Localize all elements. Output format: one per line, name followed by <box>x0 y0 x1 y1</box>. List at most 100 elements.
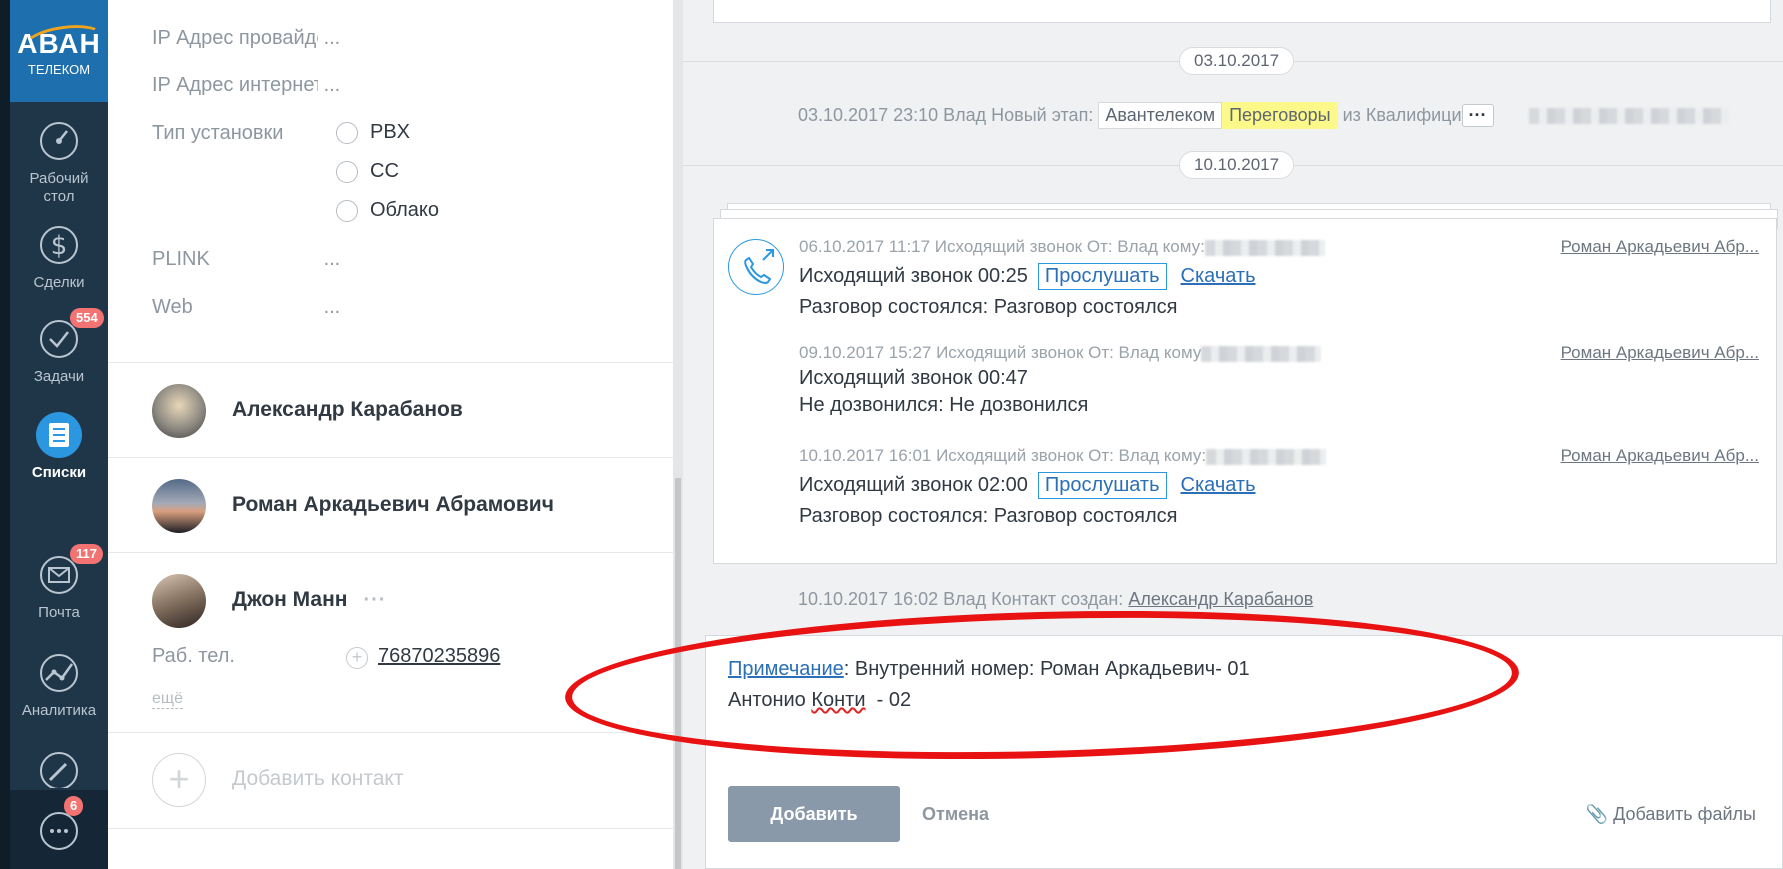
attach-label: Добавить файлы <box>1613 804 1756 824</box>
add-contact-label: Добавить контакт <box>232 767 404 790</box>
analytics-icon <box>36 650 82 696</box>
contact-name[interactable]: Александр Карабанов <box>232 398 463 422</box>
settings-wrench-icon <box>36 748 82 788</box>
note-line1: : Внутренний номер: Роман Аркадьевич- 01 <box>843 658 1250 680</box>
radio-cloud[interactable]: Облако <box>336 199 439 222</box>
call-result: Разговор состоялся: Разговор состоялся <box>799 505 1178 527</box>
field-label: IP Адрес провайдера <box>152 27 318 49</box>
call-duration: Исходящий звонок 02:00 <box>799 474 1028 496</box>
contact-name[interactable]: Роман Аркадьевич Абрамович <box>232 493 554 517</box>
stage-event: 03.10.2017 23:10 Влад Новый этап: Аванте… <box>798 102 1729 129</box>
field-value[interactable]: ... <box>324 296 341 318</box>
radio-label: PBX <box>370 121 411 143</box>
field-ip-provider: IP Адрес провайдера ... <box>152 27 340 50</box>
field-label: IP Адрес интернет <box>152 74 318 96</box>
stage-tag-company: Авантелеком <box>1098 102 1223 129</box>
nav-item-settings[interactable] <box>10 748 108 788</box>
field-value[interactable]: ... <box>324 74 341 96</box>
nav-item-analytics[interactable]: Аналитика <box>10 650 108 719</box>
radio-circle[interactable] <box>336 121 358 144</box>
call-meta-text: 06.10.2017 11:17 Исходящий звонок От: Вл… <box>799 237 1205 256</box>
avatar <box>152 479 206 533</box>
nav-label: Рабочий стол <box>29 170 89 205</box>
phone-label: Раб. тел. <box>152 645 235 667</box>
add-button[interactable]: Добавить <box>728 786 900 842</box>
contact-more-button[interactable]: ··· <box>363 589 386 611</box>
phone-number[interactable]: 76870235896 <box>378 645 500 668</box>
stage-tag-negotiation: Переговоры <box>1222 102 1338 129</box>
nav-label: Почта <box>38 604 80 621</box>
contact-name: Джон Манн ··· <box>232 588 386 612</box>
scrollbar-thumb[interactable] <box>675 478 681 869</box>
call-author-link[interactable]: Роман Аркадьевич Абр... <box>1561 343 1759 363</box>
list-icon <box>36 412 82 458</box>
call-author-link[interactable]: Роман Аркадьевич Абр... <box>1561 237 1759 257</box>
blurred-text <box>1201 345 1322 362</box>
nav-item-mail[interactable]: 117 Почта <box>10 544 108 621</box>
call-result: Разговор состоялся: Разговор состоялся <box>799 296 1178 318</box>
created-prefix: 10.10.2017 16:02 Влад Контакт создан: <box>798 589 1124 609</box>
dollar-icon: $ <box>36 222 82 268</box>
note-line2-a: Антонио <box>728 689 812 711</box>
contact-panel: IP Адрес провайдера ... IP Адрес интерне… <box>108 0 673 869</box>
call-entry: 10.10.2017 16:01 Исходящий звонок От: Вл… <box>799 446 1759 528</box>
listen-button[interactable]: Прослушать <box>1037 472 1167 499</box>
radio-circle[interactable] <box>336 199 358 222</box>
note-text[interactable]: Примечание: Внутренний номер: Роман Арка… <box>728 654 1250 716</box>
nav-item-desktop[interactable]: Рабочий стол <box>10 118 108 206</box>
add-phone-icon[interactable]: + <box>346 647 368 669</box>
call-meta-text: 10.10.2017 16:01 Исходящий звонок От: Вл… <box>799 446 1207 465</box>
nav-label: Аналитика <box>21 702 97 719</box>
field-plink: PLINK ... <box>152 248 340 271</box>
nav-item-deals[interactable]: $ Сделки <box>10 222 108 291</box>
field-web: Web ... <box>152 296 340 319</box>
divider <box>108 552 673 553</box>
note-editor[interactable]: Примечание: Внутренний номер: Роман Арка… <box>705 635 1783 869</box>
calls-card: 06.10.2017 11:17 Исходящий звонок От: Вл… <box>713 218 1777 564</box>
created-contact-link[interactable]: Александр Карабанов <box>1128 589 1313 609</box>
listen-button[interactable]: Прослушать <box>1037 263 1167 290</box>
chat-badge: 6 <box>64 796 84 816</box>
logo[interactable]: АВАН ТЕЛЕКОМ <box>10 0 108 102</box>
attach-files-button[interactable]: 📎 Добавить файлы <box>1586 804 1756 825</box>
radio-cc[interactable]: CC <box>336 160 399 183</box>
scrollbar[interactable] <box>673 0 683 869</box>
more-button[interactable]: ··· <box>1461 104 1494 127</box>
nav-label: Сделки <box>33 274 85 291</box>
contact-name-text[interactable]: Джон Манн <box>232 588 347 611</box>
svg-text:$: $ <box>51 231 68 261</box>
radio-label: Облако <box>370 199 440 221</box>
call-entry: 09.10.2017 15:27 Исходящий звонок От: Вл… <box>799 343 1759 417</box>
blurred-text <box>1204 239 1325 256</box>
blurred-text <box>1206 448 1327 465</box>
more-link[interactable]: ещё <box>152 690 183 709</box>
event-prefix: 03.10.2017 23:10 Влад Новый этап: <box>798 105 1094 125</box>
radio-circle[interactable] <box>336 160 358 183</box>
nav-item-lists[interactable]: Списки <box>10 412 108 481</box>
note-type-link[interactable]: Примечание <box>728 658 844 680</box>
cancel-button[interactable]: Отмена <box>922 804 989 825</box>
paperclip-icon: 📎 <box>1585 804 1609 825</box>
divider <box>108 362 673 363</box>
nav-item-tasks[interactable]: 554 Задачи <box>10 308 108 385</box>
nav-label: Задачи <box>33 368 85 385</box>
event-suffix: из Квалифици <box>1342 105 1462 125</box>
field-value[interactable]: ... <box>324 248 341 270</box>
call-result: Не дозвонился: Не дозвонился <box>799 394 1089 416</box>
download-link[interactable]: Скачать <box>1181 265 1256 287</box>
note-line2-misspelled: Конти <box>811 689 866 711</box>
chat-icon[interactable]: 6 <box>36 796 84 854</box>
call-author-link[interactable]: Роман Аркадьевич Абр... <box>1561 446 1759 466</box>
dashboard-icon <box>36 118 82 164</box>
field-value[interactable]: ... <box>324 27 341 49</box>
call-duration: Исходящий звонок 00:47 <box>799 367 1028 389</box>
avatar <box>152 384 206 438</box>
phone-row: Раб. тел. + 76870235896 <box>152 645 500 669</box>
date-pill: 03.10.2017 <box>1179 47 1295 75</box>
radio-pbx[interactable]: PBX <box>336 121 410 144</box>
call-meta-text: 09.10.2017 15:27 Исходящий звонок От: Вл… <box>799 343 1202 362</box>
contact-created-event: 10.10.2017 16:02 Влад Контакт создан: Ал… <box>798 589 1313 610</box>
date-pill: 10.10.2017 <box>1179 151 1295 179</box>
download-link[interactable]: Скачать <box>1181 474 1256 496</box>
call-duration: Исходящий звонок 00:25 <box>799 265 1028 287</box>
